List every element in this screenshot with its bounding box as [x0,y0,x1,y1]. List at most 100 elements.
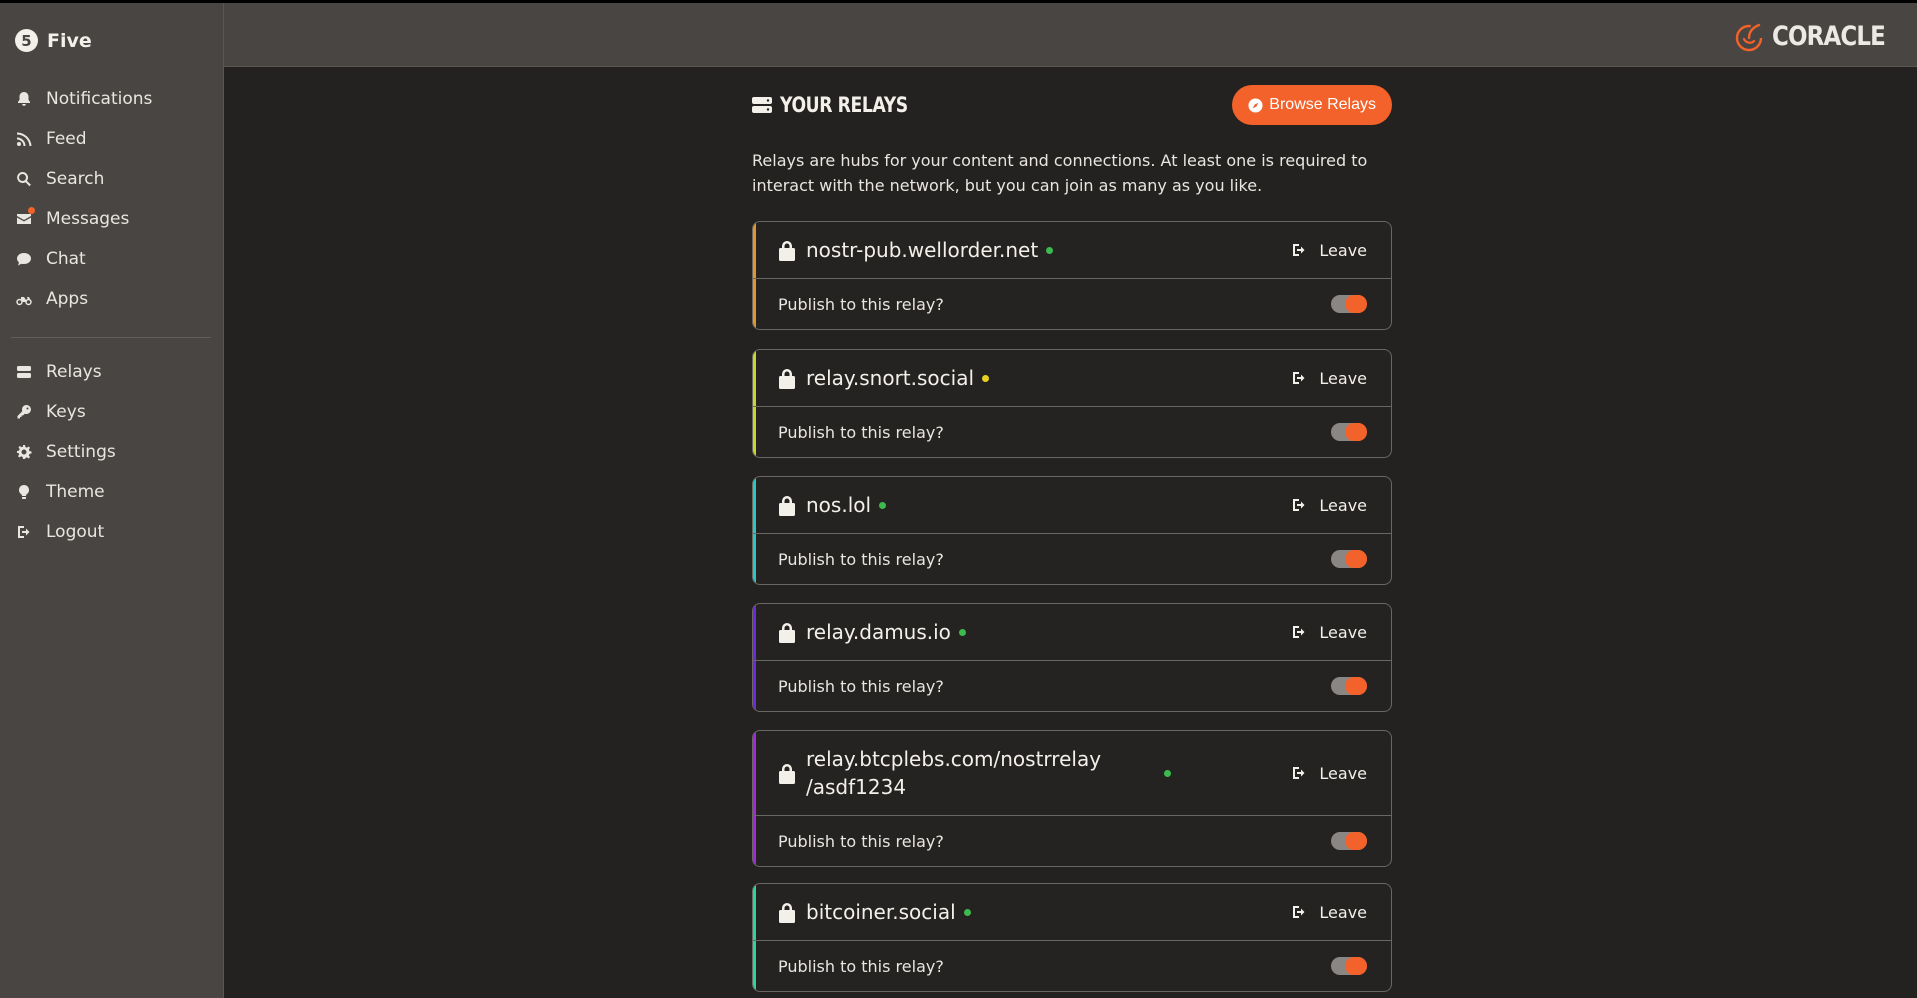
relay-header: bitcoiner.social Leave [753,884,1391,941]
relay-card: nos.lol Leave Publish to this relay? [752,476,1392,585]
sidebar-item-messages[interactable]: Messages [0,199,223,239]
publish-toggle[interactable] [1331,423,1367,441]
publish-toggle[interactable] [1331,677,1367,695]
toggle-knob [1345,832,1367,850]
relay-url[interactable]: relay.damus.io [806,618,951,646]
browse-relays-label: Browse Relays [1269,96,1376,113]
brand-logo[interactable]: CORACLE [1732,17,1905,55]
lock-icon [778,367,798,389]
sidebar: 5 Five Notifications Feed Search Message… [0,3,224,998]
leave-relay-button[interactable]: Leave [1291,369,1367,388]
leave-relay-button[interactable]: Leave [1291,903,1367,922]
nav-divider [11,337,211,338]
sidebar-item-label: Theme [46,482,105,502]
lightbulb-icon [15,483,33,501]
key-icon [15,403,33,421]
coracle-logo-icon [1735,23,1763,52]
compass-icon [1248,97,1263,113]
nav-secondary: Relays Keys Settings Theme Logout [0,352,223,552]
page-title: YOUR RELAYS [780,93,908,117]
toggle-knob [1345,295,1367,313]
publish-toggle[interactable] [1331,295,1367,313]
leave-relay-button[interactable]: Leave [1291,764,1367,783]
logout-icon [1291,370,1307,386]
leave-relay-button[interactable]: Leave [1291,496,1367,515]
server-icon [752,97,772,113]
relay-publish-row: Publish to this relay? [753,661,1391,711]
relay-url-line: /asdf1234 [806,775,907,799]
publish-toggle[interactable] [1331,832,1367,850]
sidebar-item-label: Logout [46,522,105,542]
lock-icon [778,494,798,516]
toggle-knob [1345,677,1367,695]
sidebar-item-search[interactable]: Search [0,159,223,199]
nav-primary: Notifications Feed Search Messages Chat … [0,79,223,319]
relay-url[interactable]: relay.snort.social [806,364,974,392]
profile-name[interactable]: Five [47,30,92,52]
profile[interactable]: 5 Five [15,29,92,52]
relay-header: nos.lol Leave [753,477,1391,534]
logout-icon [15,523,33,541]
logout-icon [1291,497,1307,513]
sidebar-item-label: Feed [46,129,87,149]
relay-header: relay.btcplebs.com/nostrrelay/asdf1234 Le… [753,731,1391,816]
relay-publish-row: Publish to this relay? [753,816,1391,866]
relay-publish-row: Publish to this relay? [753,279,1391,329]
relay-header: relay.damus.io Leave [753,604,1391,661]
leave-label: Leave [1319,622,1367,642]
lock-icon [778,762,798,784]
toggle-knob [1345,550,1367,568]
search-icon [15,170,33,188]
relay-url[interactable]: relay.btcplebs.com/nostrrelay/asdf1234 [806,745,1176,801]
sidebar-item-label: Keys [46,402,86,422]
sidebar-item-feed[interactable]: Feed [0,119,223,159]
sidebar-item-keys[interactable]: Keys [0,392,223,432]
relay-status-dot [1046,246,1054,254]
browse-relays-button[interactable]: Browse Relays [1232,85,1392,125]
leave-relay-button[interactable]: Leave [1291,241,1367,260]
publish-toggle[interactable] [1331,550,1367,568]
logout-icon [1291,624,1307,640]
sidebar-item-relays[interactable]: Relays [0,352,223,392]
sidebar-item-label: Notifications [46,89,153,109]
section-title: YOUR RELAYS [752,93,936,117]
avatar[interactable]: 5 [15,29,38,52]
brand-name: CORACLE [1772,20,1886,52]
relay-publish-row: Publish to this relay? [753,941,1391,991]
relay-url[interactable]: nostr-pub.wellorder.net [806,236,1038,264]
leave-label: Leave [1319,240,1367,260]
relay-card: relay.damus.io Leave Publish to this relay… [752,603,1392,712]
relay-url[interactable]: bitcoiner.social [806,898,956,926]
motorcycle-icon [15,290,33,308]
logout-icon [1291,242,1307,258]
sidebar-item-label: Settings [46,442,116,462]
relay-header: nostr-pub.wellorder.net Leave [753,222,1391,279]
sidebar-item-label: Messages [46,209,130,229]
relay-status-dot [879,501,887,509]
envelope-icon [15,207,35,228]
sidebar-item-apps[interactable]: Apps [0,279,223,319]
sidebar-item-logout[interactable]: Logout [0,512,223,552]
relay-card: relay.snort.social Leave Publish to this r… [752,349,1392,458]
sidebar-item-label: Relays [46,362,102,382]
sidebar-item-chat[interactable]: Chat [0,239,223,279]
publish-label: Publish to this relay? [778,549,944,569]
lock-icon [778,901,798,923]
leave-relay-button[interactable]: Leave [1291,623,1367,642]
toggle-knob [1345,957,1367,975]
sidebar-item-theme[interactable]: Theme [0,472,223,512]
server-icon [15,363,33,381]
relay-publish-row: Publish to this relay? [753,407,1391,457]
publish-label: Publish to this relay? [778,831,944,851]
sidebar-item-settings[interactable]: Settings [0,432,223,472]
logout-icon [1291,904,1307,920]
publish-label: Publish to this relay? [778,956,944,976]
relay-status-dot [963,908,971,916]
relay-url[interactable]: nos.lol [806,491,871,519]
relays-description: Relays are hubs for your content and con… [752,151,1368,195]
sidebar-item-notifications[interactable]: Notifications [0,79,223,119]
relay-publish-row: Publish to this relay? [753,534,1391,584]
sidebar-item-label: Chat [46,249,86,269]
publish-toggle[interactable] [1331,957,1367,975]
rss-icon [15,130,33,148]
